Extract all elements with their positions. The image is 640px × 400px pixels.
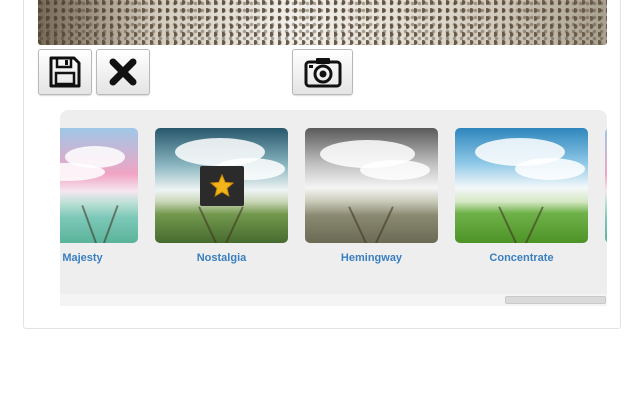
photo-shadow bbox=[38, 0, 148, 45]
close-x-icon bbox=[109, 58, 137, 86]
filter-thumb-majesty[interactable] bbox=[60, 128, 138, 243]
star-icon bbox=[209, 173, 235, 198]
save-button[interactable] bbox=[38, 49, 92, 95]
filter-strip: Majesty Nostalgia Hemingway Concentrate bbox=[60, 110, 607, 306]
filter-thumb-nostalgia[interactable] bbox=[155, 128, 288, 243]
filter-thumb-concentrate[interactable] bbox=[455, 128, 588, 243]
filter-label-hemingway[interactable]: Hemingway bbox=[305, 252, 438, 264]
favorite-badge[interactable] bbox=[200, 166, 244, 206]
camera-button[interactable] bbox=[292, 49, 353, 95]
filter-label-majesty[interactable]: Majesty bbox=[60, 252, 149, 264]
floppy-disk-icon bbox=[49, 56, 81, 88]
camera-icon bbox=[304, 58, 341, 88]
cancel-button[interactable] bbox=[96, 49, 150, 95]
photo-preview bbox=[38, 0, 607, 45]
filter-thumb-hemingway[interactable] bbox=[305, 128, 438, 243]
filter-scrollbar[interactable] bbox=[60, 294, 607, 306]
filter-label-nostalgia[interactable]: Nostalgia bbox=[155, 252, 288, 264]
filter-thumb-next[interactable] bbox=[605, 128, 607, 243]
filter-scrollbar-thumb[interactable] bbox=[505, 296, 606, 304]
filter-label-concentrate[interactable]: Concentrate bbox=[455, 252, 588, 264]
